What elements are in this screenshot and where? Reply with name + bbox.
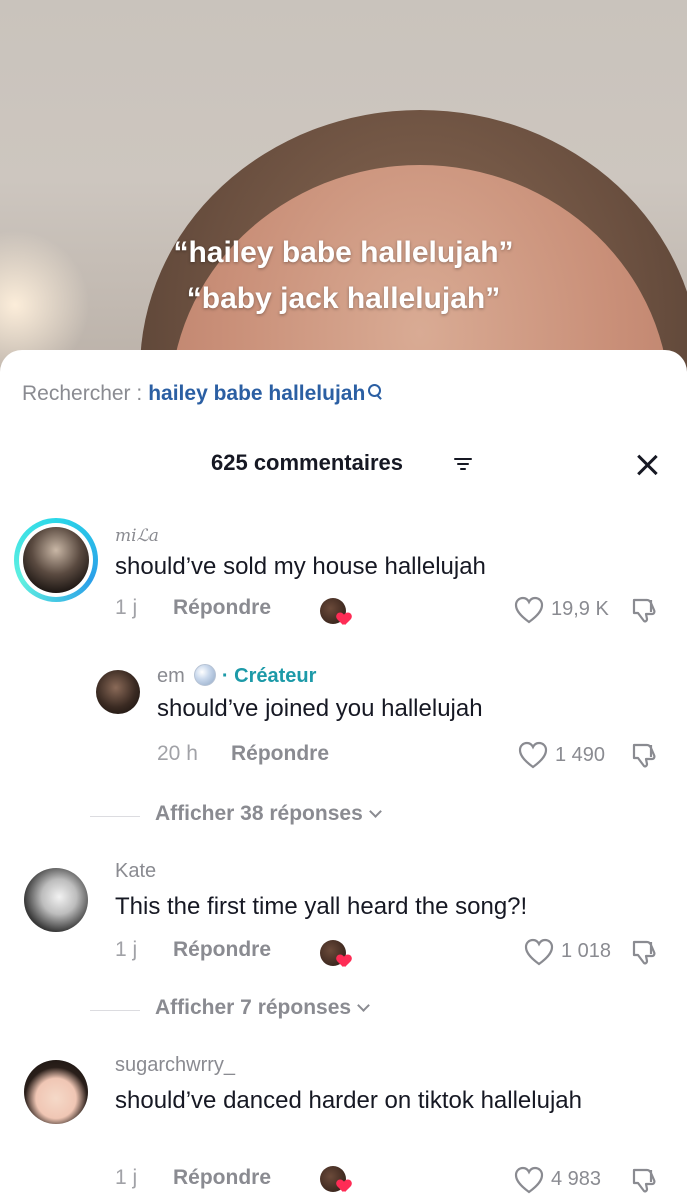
view-replies-button[interactable]: Afficher 38 réponses <box>0 802 687 832</box>
comment-text: This the first time yall heard the song?… <box>115 893 528 920</box>
creator-badge: · Créateur <box>221 665 317 687</box>
disco-ball-icon <box>194 664 217 686</box>
like-count: 1 490 <box>555 744 606 766</box>
creator-liked-heart-icon <box>337 1180 351 1193</box>
video-caption-line-1: “hailey babe hallelujah” <box>173 236 514 269</box>
comment-item: miℒa should’ve sold my house hallelujah … <box>0 518 687 638</box>
avatar[interactable] <box>14 518 98 602</box>
comment-time: 1 j <box>115 1166 138 1189</box>
comments-header: 625 commentaires <box>0 450 687 480</box>
comment-username[interactable]: Kate <box>115 860 156 883</box>
search-term[interactable]: hailey babe hallelujah <box>148 382 365 405</box>
view-replies-label[interactable]: Afficher 38 réponses <box>155 802 382 826</box>
avatar[interactable] <box>24 1060 88 1124</box>
video-background[interactable]: “hailey babe hallelujah” “baby jack hall… <box>0 0 687 400</box>
divider <box>90 1010 140 1011</box>
search-label: Rechercher : <box>22 382 143 405</box>
heart-icon[interactable] <box>518 741 548 769</box>
search-suggestion[interactable]: Rechercher : hailey babe hallelujah <box>22 382 383 406</box>
view-replies-button[interactable]: Afficher 7 réponses <box>0 996 687 1026</box>
dislike-icon[interactable] <box>630 1166 658 1194</box>
view-replies-label[interactable]: Afficher 7 réponses <box>155 996 370 1020</box>
comment-item: Kate This the first time yall heard the … <box>0 860 687 970</box>
like-count: 1 018 <box>561 940 612 962</box>
search-icon[interactable] <box>367 384 383 402</box>
creator-liked-heart-icon <box>337 613 351 626</box>
reply-header: em · Créateur <box>157 664 316 688</box>
comment-time: 1 j <box>115 596 138 619</box>
avatar[interactable] <box>96 670 140 714</box>
comment-username[interactable]: em <box>157 665 185 687</box>
heart-icon[interactable] <box>514 596 544 624</box>
dislike-icon[interactable] <box>630 938 658 966</box>
heart-icon[interactable] <box>524 938 554 966</box>
comment-username[interactable]: sugarchwrry_ <box>115 1054 235 1077</box>
like-count: 19,9 K <box>551 598 609 620</box>
sort-icon[interactable] <box>454 458 472 472</box>
comments-sheet: Rechercher : hailey babe hallelujah 625 c… <box>0 350 687 1200</box>
comment-username[interactable]: miℒa <box>115 526 159 546</box>
like-count: 4 983 <box>551 1168 602 1190</box>
reply-button[interactable]: Répondre <box>231 742 329 766</box>
avatar[interactable] <box>24 868 88 932</box>
comment-text: should’ve joined you hallelujah <box>157 695 483 722</box>
comment-item: sugarchwrry_ should’ve danced harder on … <box>0 1054 687 1200</box>
comments-count-title: 625 commentaires <box>211 450 403 475</box>
comment-time: 20 h <box>157 742 198 765</box>
heart-icon[interactable] <box>514 1166 544 1194</box>
reply-button[interactable]: Répondre <box>173 1166 271 1190</box>
creator-liked-heart-icon <box>337 955 351 968</box>
chevron-down-icon <box>368 805 382 818</box>
divider <box>90 816 140 817</box>
close-icon[interactable] <box>634 452 660 478</box>
chevron-down-icon <box>357 999 370 1012</box>
comment-time: 1 j <box>115 938 138 961</box>
reply-button[interactable]: Répondre <box>173 596 271 620</box>
reply-comment-item: em · Créateur should’ve joined you halle… <box>0 664 687 774</box>
video-caption-line-2: “baby jack hallelujah” <box>186 282 501 315</box>
comment-text: should’ve sold my house hallelujah <box>115 553 486 580</box>
comment-text: should’ve danced harder on tiktok hallel… <box>115 1087 582 1114</box>
dislike-icon[interactable] <box>630 741 658 769</box>
reply-button[interactable]: Répondre <box>173 938 271 962</box>
dislike-icon[interactable] <box>630 596 658 624</box>
